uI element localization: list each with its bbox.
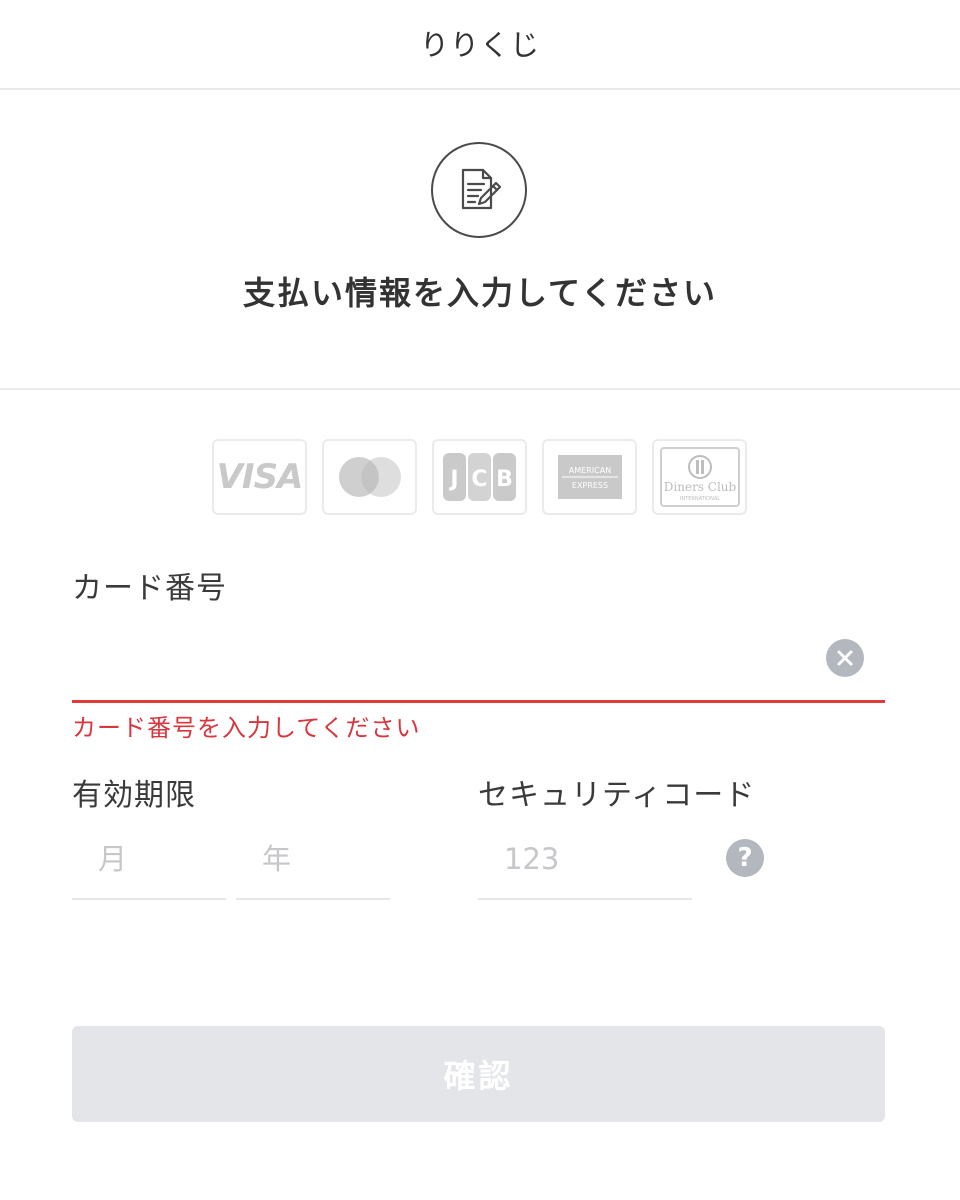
diners-club-logo: Diners Club INTERNATIONAL <box>652 439 747 515</box>
nav-bar: りりくじ <box>0 0 960 90</box>
mastercard-logo <box>322 439 417 515</box>
help-icon[interactable]: ? <box>726 839 764 877</box>
expiry-month-input[interactable] <box>72 820 226 900</box>
svg-text:Diners Club: Diners Club <box>663 480 736 494</box>
svg-text:EXPRESS: EXPRESS <box>571 481 607 490</box>
expiry-year-input[interactable] <box>236 820 390 900</box>
svg-text:AMERICAN: AMERICAN <box>568 466 610 475</box>
card-number-input[interactable] <box>72 620 885 700</box>
svg-text:C: C <box>471 467 487 492</box>
card-number-underline-error <box>72 700 885 703</box>
amex-logo: AMERICAN EXPRESS <box>542 439 637 515</box>
document-edit-icon <box>431 142 527 238</box>
clear-icon[interactable] <box>826 639 864 677</box>
page-heading: 支払い情報を入力してください <box>242 274 718 312</box>
security-code-input[interactable] <box>478 820 692 900</box>
svg-text:B: B <box>496 467 513 492</box>
expiry-label: 有効期限 <box>72 778 196 813</box>
jcb-logo: J C B <box>432 439 527 515</box>
card-number-label: カード番号 <box>72 571 227 606</box>
card-number-error-message: カード番号を入力してください <box>72 714 421 742</box>
confirm-button[interactable]: 確認 <box>72 1026 885 1122</box>
section-divider <box>0 388 960 390</box>
security-code-label: セキュリティコード <box>478 778 756 813</box>
visa-logo: VISA <box>212 439 307 515</box>
card-brand-list: VISA J C B AMERICAN EXPRESS Diners Club … <box>212 439 747 515</box>
svg-text:J: J <box>448 467 458 492</box>
svg-text:INTERNATIONAL: INTERNATIONAL <box>679 496 719 502</box>
nav-title: りりくじ <box>419 28 540 62</box>
